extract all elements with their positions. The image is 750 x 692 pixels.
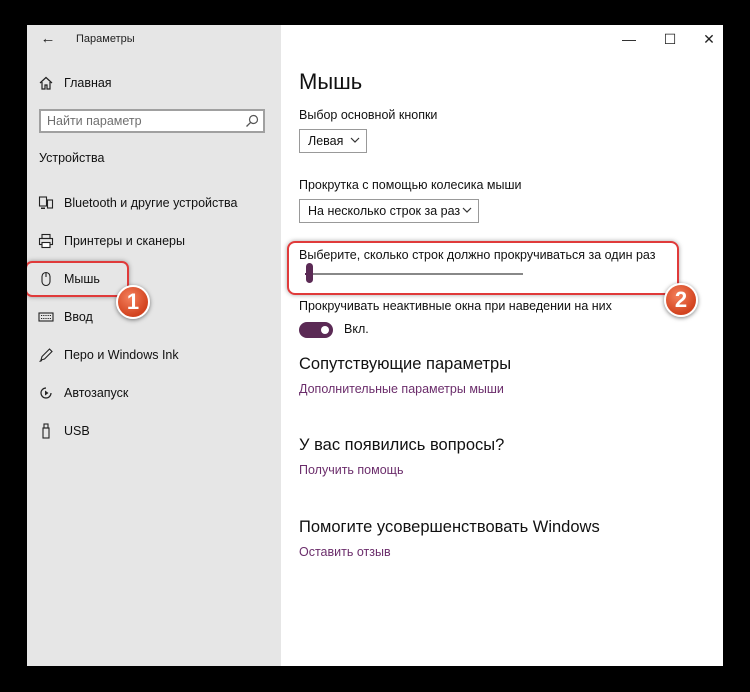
sidebar-item-label: Перо и Windows Ink [64,348,179,362]
search-icon[interactable] [244,113,260,129]
search-input[interactable]: Найти параметр [39,109,265,133]
inactive-scroll-toggle[interactable] [299,322,333,338]
related-settings-heading: Сопутствующие параметры [299,355,512,373]
improve-windows-heading: Помогите усовершенствовать Windows [299,518,600,536]
app-title: Параметры [76,33,135,45]
annotation-badge-1: 1 [116,285,150,319]
questions-heading: У вас появились вопросы? [299,436,505,454]
sidebar-item-label: Ввод [64,310,93,324]
toggle-knob [321,326,329,334]
sidebar-item-pen[interactable]: Перо и Windows Ink [38,345,258,367]
inactive-scroll-label: Прокручивать неактивные окна при наведен… [299,299,612,313]
settings-window: ← Параметры Главная Найти параметр Устро… [27,25,723,666]
toggle-state-label: Вкл. [344,322,369,336]
bluetooth-devices-icon [38,196,54,209]
get-help-link[interactable]: Получить помощь [299,463,403,477]
dropdown-value: Левая [308,134,344,148]
sidebar-item-label: Автозапуск [64,386,129,400]
chevron-down-icon [462,207,472,213]
printer-icon [38,233,54,249]
sidebar-item-input[interactable]: Ввод [38,307,258,329]
home-icon [39,76,53,90]
section-heading: Устройства [39,151,105,165]
annotation-badge-2: 2 [664,283,698,317]
sidebar-item-bluetooth[interactable]: Bluetooth и другие устройства [38,193,258,215]
sidebar: ← Параметры Главная Найти параметр Устро… [27,25,281,666]
additional-mouse-options-link[interactable]: Дополнительные параметры мыши [299,382,504,396]
sidebar-item-label: Bluetooth и другие устройства [64,196,238,210]
scroll-mode-dropdown[interactable]: На несколько строк за раз [299,199,479,223]
sidebar-item-label: USB [64,424,90,438]
scroll-mode-label: Прокрутка с помощью колесика мыши [299,178,522,192]
sidebar-item-label: Главная [64,76,112,90]
autoplay-icon [40,387,52,399]
chevron-down-icon [350,137,360,143]
sidebar-item-printers[interactable]: Принтеры и сканеры [38,231,258,253]
keyboard-icon [38,312,54,322]
dropdown-value: На несколько строк за раз [308,204,461,218]
search-placeholder: Найти параметр [47,114,142,128]
main-content: Мышь Выбор основной кнопки Левая Прокрут… [299,25,709,666]
back-arrow-icon[interactable]: ← [38,29,58,49]
page-title: Мышь [299,69,363,94]
primary-button-label: Выбор основной кнопки [299,108,438,122]
usb-icon [42,423,50,439]
sidebar-item-usb[interactable]: USB [38,421,258,443]
give-feedback-link[interactable]: Оставить отзыв [299,545,391,559]
sidebar-item-label: Принтеры и сканеры [64,234,185,248]
sidebar-item-autoplay[interactable]: Автозапуск [38,383,258,405]
pen-icon [39,348,53,363]
sidebar-item-home[interactable]: Главная [38,73,258,95]
primary-button-dropdown[interactable]: Левая [299,129,367,153]
highlight-box-mouse [27,261,129,297]
highlight-box-slider [287,241,679,295]
